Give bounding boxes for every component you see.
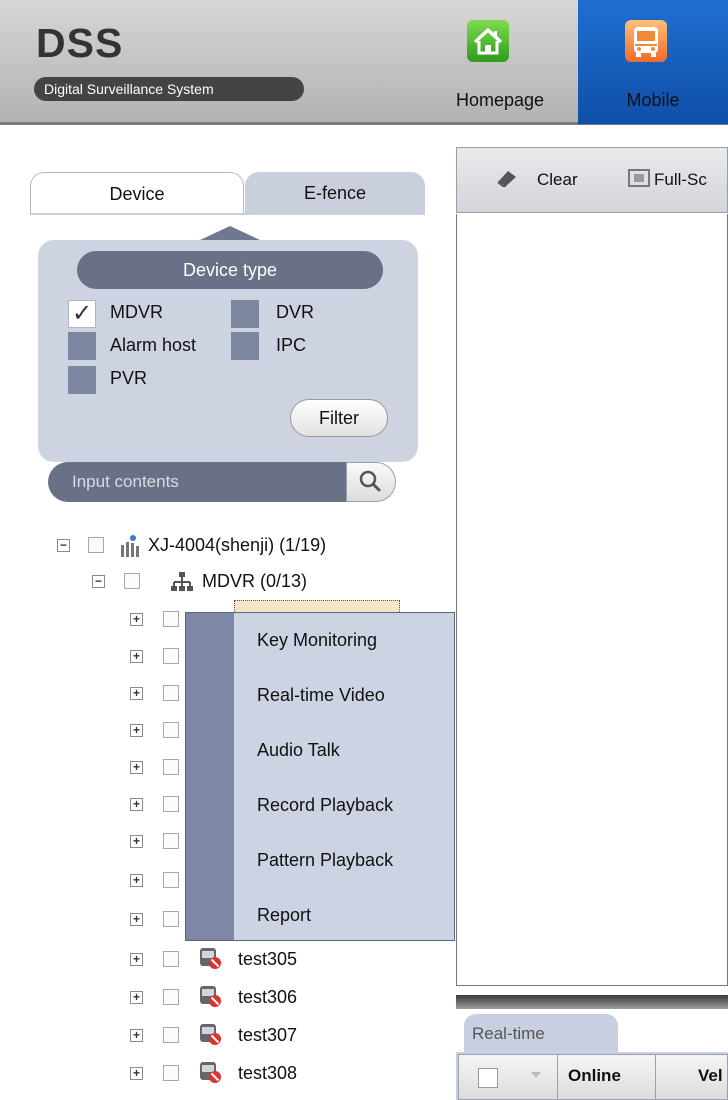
- tree-checkbox[interactable]: [163, 685, 179, 701]
- expand-toggle[interactable]: +: [130, 724, 143, 737]
- eraser-icon: [494, 168, 520, 193]
- menu-item-real-time-video[interactable]: Real-time Video: [257, 685, 385, 706]
- tree-root-label[interactable]: XJ-4004(shenji) (1/19): [148, 535, 326, 556]
- nav-homepage-label: Homepage: [455, 90, 545, 110]
- offline-bus-icon: [197, 1059, 223, 1085]
- house-icon: [467, 20, 509, 62]
- device-label[interactable]: test307: [238, 1025, 297, 1046]
- context-menu-icon-strip: [186, 613, 234, 940]
- tree-checkbox[interactable]: [163, 1065, 179, 1081]
- map-area[interactable]: [456, 214, 728, 986]
- tree-checkbox[interactable]: [163, 872, 179, 888]
- organization-icon: [117, 533, 143, 564]
- tree-checkbox[interactable]: [163, 989, 179, 1005]
- nav-homepage[interactable]: Homepage: [425, 0, 575, 124]
- expand-toggle[interactable]: +: [130, 953, 143, 966]
- menu-item-pattern-playback[interactable]: Pattern Playback: [257, 850, 393, 871]
- network-icon: [170, 570, 194, 599]
- device-label[interactable]: test308: [238, 1063, 297, 1084]
- offline-bus-icon: [197, 983, 223, 1009]
- collapse-toggle[interactable]: −: [57, 539, 70, 552]
- menu-item-key-monitoring[interactable]: Key Monitoring: [257, 630, 377, 651]
- checkbox-mdvr[interactable]: ✓: [68, 300, 96, 328]
- checkbox-ipc[interactable]: [231, 332, 259, 360]
- expand-toggle[interactable]: +: [130, 913, 143, 926]
- expand-toggle[interactable]: +: [130, 874, 143, 887]
- menu-item-audio-talk[interactable]: Audio Talk: [257, 740, 340, 761]
- expand-toggle[interactable]: +: [130, 613, 143, 626]
- expand-toggle[interactable]: +: [130, 1029, 143, 1042]
- expand-toggle[interactable]: +: [130, 835, 143, 848]
- column-divider: [655, 1054, 656, 1100]
- nav-mobile-label: Mobile: [626, 90, 680, 110]
- tab-device[interactable]: Device: [30, 172, 244, 215]
- tree-checkbox[interactable]: [163, 1027, 179, 1043]
- tab-underline: [30, 213, 425, 215]
- option-dvr-label: DVR: [276, 302, 315, 322]
- device-label[interactable]: test306: [238, 987, 297, 1008]
- expand-toggle[interactable]: +: [130, 650, 143, 663]
- option-mdvr-label: MDVR: [110, 302, 163, 322]
- tree-checkbox[interactable]: [163, 648, 179, 664]
- tree-checkbox[interactable]: [163, 611, 179, 627]
- expand-toggle[interactable]: +: [130, 687, 143, 700]
- expand-toggle[interactable]: +: [130, 991, 143, 1004]
- tree-checkbox[interactable]: [124, 573, 140, 589]
- clear-button[interactable]: Clear: [537, 170, 578, 190]
- search-icon: [359, 470, 381, 492]
- select-all-checkbox[interactable]: [478, 1068, 498, 1088]
- app-logo-subtitle: Digital Surveillance System: [34, 77, 304, 101]
- menu-item-report[interactable]: Report: [257, 905, 311, 926]
- option-ipc-label: IPC: [276, 335, 307, 355]
- search-input[interactable]: Input contents: [48, 462, 348, 502]
- filter-button[interactable]: Filter: [290, 399, 388, 437]
- option-pvr-label: PVR: [110, 368, 148, 388]
- offline-bus-icon: [197, 1021, 223, 1047]
- bus-icon: [625, 20, 667, 62]
- column-online[interactable]: Online: [568, 1066, 621, 1086]
- tree-checkbox[interactable]: [163, 796, 179, 812]
- option-alarm-host-label: Alarm host: [110, 335, 197, 355]
- offline-bus-icon: [197, 945, 223, 971]
- app-logo: DSS: [36, 20, 124, 66]
- fullscreen-button[interactable]: Full-Sc: [654, 170, 707, 190]
- tree-checkbox[interactable]: [163, 759, 179, 775]
- device-type-title: Device type: [77, 251, 383, 289]
- nav-mobile[interactable]: Mobile: [578, 0, 728, 124]
- collapse-toggle[interactable]: −: [92, 575, 105, 588]
- expand-toggle[interactable]: +: [130, 798, 143, 811]
- tab-real-time-gps[interactable]: Real-time GPS(0/0): [464, 1014, 618, 1083]
- expand-toggle[interactable]: +: [130, 1067, 143, 1080]
- tree-checkbox[interactable]: [88, 537, 104, 553]
- tree-checkbox[interactable]: [163, 951, 179, 967]
- filter-pointer: [200, 226, 260, 240]
- panel-splitter[interactable]: [456, 995, 728, 1009]
- tree-checkbox[interactable]: [163, 833, 179, 849]
- menu-item-record-playback[interactable]: Record Playback: [257, 795, 393, 816]
- checkbox-pvr[interactable]: [68, 366, 96, 394]
- device-label[interactable]: test305: [238, 949, 297, 970]
- tab-efence[interactable]: E-fence: [245, 172, 425, 214]
- checkbox-dvr[interactable]: [231, 300, 259, 328]
- tree-group-label[interactable]: MDVR (0/13): [202, 571, 307, 592]
- search-button[interactable]: [346, 462, 396, 502]
- column-divider: [557, 1054, 558, 1100]
- tree-checkbox[interactable]: [163, 722, 179, 738]
- tree-checkbox[interactable]: [163, 911, 179, 927]
- expand-toggle[interactable]: +: [130, 761, 143, 774]
- fullscreen-icon: [627, 168, 651, 193]
- dropdown-arrow-icon[interactable]: [531, 1072, 541, 1078]
- column-vehicle[interactable]: Vel: [698, 1066, 723, 1086]
- checkbox-alarm-host[interactable]: [68, 332, 96, 360]
